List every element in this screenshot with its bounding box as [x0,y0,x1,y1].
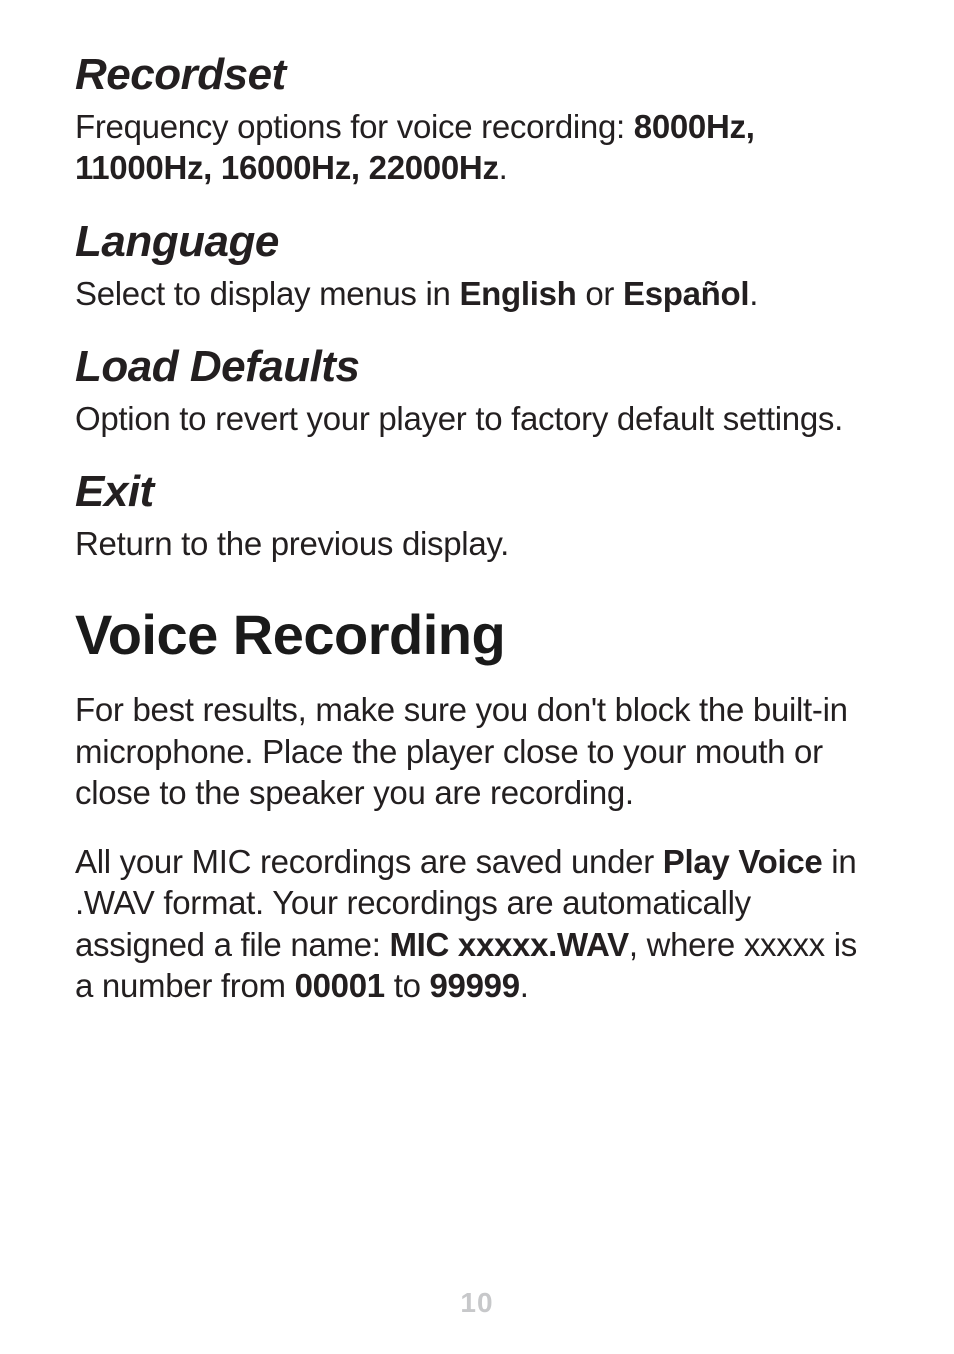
text-bold: 99999 [430,967,520,1004]
text-bold: MIC xxxxx.WAV [389,926,628,963]
text-voice-recording-p1: For best results, make sure you don't bl… [75,689,879,813]
heading-recordset: Recordset [75,50,879,100]
text-fragment: Frequency options for voice recording: [75,108,634,145]
text-bold: English [459,275,576,312]
text-load-defaults: Option to revert your player to factory … [75,398,879,439]
text-fragment: . [520,967,529,1004]
heading-voice-recording: Voice Recording [75,602,879,667]
text-exit: Return to the previous display. [75,523,879,564]
heading-language: Language [75,217,879,267]
text-bold: Español [623,275,749,312]
text-language: Select to display menus in English or Es… [75,273,879,314]
text-fragment: or [577,275,623,312]
text-fragment: to [385,967,430,1004]
heading-load-defaults: Load Defaults [75,342,879,392]
text-voice-recording-p2: All your MIC recordings are saved under … [75,841,879,1006]
text-bold: 00001 [295,967,385,1004]
heading-exit: Exit [75,467,879,517]
text-fragment: All your MIC recordings are saved under [75,843,663,880]
text-bold: Play Voice [663,843,823,880]
text-recordset: Frequency options for voice recording: 8… [75,106,879,189]
page-number: 10 [0,1287,954,1319]
text-fragment: . [749,275,758,312]
text-fragment: Select to display menus in [75,275,459,312]
text-fragment: . [499,149,508,186]
